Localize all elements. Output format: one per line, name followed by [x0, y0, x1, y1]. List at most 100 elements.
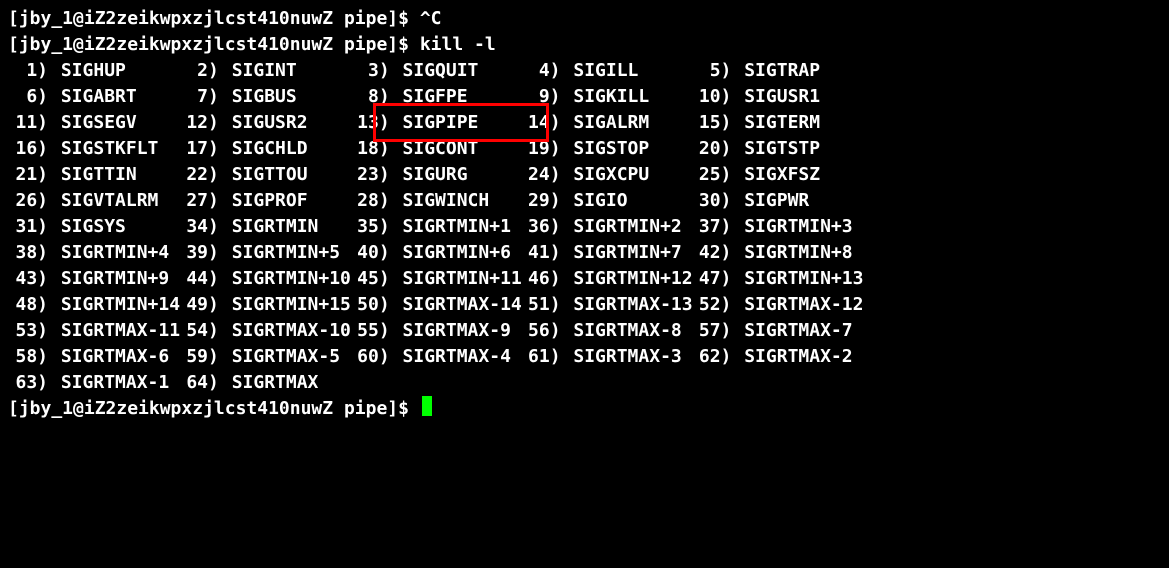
signal-number: 24) — [521, 162, 561, 188]
signal-name: SIGILL — [571, 58, 691, 84]
signal-name: SIGIO — [571, 188, 691, 214]
signal-number: 49) — [179, 292, 219, 318]
signal-name: SIGFPE — [401, 84, 521, 110]
signal-number: 54) — [179, 318, 219, 344]
signal-name: SIGXFSZ — [742, 162, 862, 188]
signal-name: SIGRTMAX-9 — [401, 318, 521, 344]
signal-name: SIGURG — [401, 162, 521, 188]
signal-number: 46) — [521, 266, 561, 292]
signal-name: SIGRTMIN+6 — [401, 240, 521, 266]
signal-row: 11) SIGSEGV12) SIGUSR213) SIGPIPE14) SIG… — [8, 110, 1161, 136]
signal-number: 11) — [8, 110, 48, 136]
signal-name: SIGRTMAX-12 — [742, 292, 862, 318]
signal-name: SIGRTMAX-3 — [571, 344, 691, 370]
signal-name: SIGRTMAX — [230, 370, 350, 396]
signal-number: 1) — [8, 58, 48, 84]
signal-name: SIGRTMAX-10 — [230, 318, 350, 344]
signal-name: SIGRTMAX-6 — [59, 344, 179, 370]
signal-number: 19) — [521, 136, 561, 162]
signal-name: SIGVTALRM — [59, 188, 179, 214]
signal-number: 15) — [691, 110, 731, 136]
signal-number: 13) — [350, 110, 390, 136]
signal-number: 27) — [179, 188, 219, 214]
signal-name: SIGRTMAX-11 — [59, 318, 179, 344]
prompt-line[interactable]: [jby_1@iZ2zeikwpxzjlcst410nuwZ pipe]$ ki… — [8, 32, 1161, 58]
command-text: ^C — [420, 8, 442, 29]
signal-name: SIGTTOU — [230, 162, 350, 188]
signal-number: 42) — [691, 240, 731, 266]
signal-number: 30) — [691, 188, 731, 214]
signal-row: 26) SIGVTALRM27) SIGPROF28) SIGWINCH29) … — [8, 188, 1161, 214]
signal-name: SIGRTMIN+5 — [230, 240, 350, 266]
signal-number: 5) — [691, 58, 731, 84]
signal-row: 6) SIGABRT7) SIGBUS8) SIGFPE9) SIGKILL10… — [8, 84, 1161, 110]
signal-row: 43) SIGRTMIN+944) SIGRTMIN+1045) SIGRTMI… — [8, 266, 1161, 292]
signal-name: SIGSTKFLT — [59, 136, 179, 162]
signal-number: 58) — [8, 344, 48, 370]
signal-row: 31) SIGSYS34) SIGRTMIN35) SIGRTMIN+136) … — [8, 214, 1161, 240]
signal-number: 37) — [691, 214, 731, 240]
signal-name: SIGHUP — [59, 58, 179, 84]
signal-number: 17) — [179, 136, 219, 162]
signal-number: 9) — [521, 84, 561, 110]
signal-name: SIGRTMIN+7 — [571, 240, 691, 266]
signal-number: 18) — [350, 136, 390, 162]
signal-name: SIGTSTP — [742, 136, 862, 162]
signal-row: 38) SIGRTMIN+439) SIGRTMIN+540) SIGRTMIN… — [8, 240, 1161, 266]
signal-name: SIGWINCH — [401, 188, 521, 214]
signal-number: 63) — [8, 370, 48, 396]
signal-number: 61) — [521, 344, 561, 370]
signal-number: 2) — [179, 58, 219, 84]
signal-name: SIGPIPE — [401, 110, 521, 136]
signal-name: SIGSYS — [59, 214, 179, 240]
signal-number: 51) — [521, 292, 561, 318]
signal-number: 28) — [350, 188, 390, 214]
signal-number: 26) — [8, 188, 48, 214]
signal-name: SIGRTMIN+1 — [401, 214, 521, 240]
prompt-line[interactable]: [jby_1@iZ2zeikwpxzjlcst410nuwZ pipe]$ — [8, 396, 1161, 422]
signal-number: 35) — [350, 214, 390, 240]
signal-number: 29) — [521, 188, 561, 214]
signal-name: SIGRTMIN+2 — [571, 214, 691, 240]
command-text: kill -l — [420, 34, 496, 55]
signal-name: SIGKILL — [571, 84, 691, 110]
signal-number: 62) — [691, 344, 731, 370]
signal-number: 4) — [521, 58, 561, 84]
cursor — [422, 396, 432, 416]
signal-name: SIGRTMAX-13 — [571, 292, 691, 318]
signal-name: SIGRTMIN+13 — [742, 266, 862, 292]
signal-number: 60) — [350, 344, 390, 370]
signal-number: 21) — [8, 162, 48, 188]
signal-number: 57) — [691, 318, 731, 344]
shell-prompt: [jby_1@iZ2zeikwpxzjlcst410nuwZ pipe]$ — [8, 34, 420, 55]
signal-name: SIGABRT — [59, 84, 179, 110]
signal-number: 7) — [179, 84, 219, 110]
signal-name: SIGRTMIN+11 — [401, 266, 521, 292]
signal-number: 23) — [350, 162, 390, 188]
signal-number: 48) — [8, 292, 48, 318]
signal-name: SIGRTMIN+9 — [59, 266, 179, 292]
terminal[interactable]: [jby_1@iZ2zeikwpxzjlcst410nuwZ pipe]$ ^C… — [0, 0, 1169, 428]
signal-number: 52) — [691, 292, 731, 318]
signal-number: 43) — [8, 266, 48, 292]
prompt-line[interactable]: [jby_1@iZ2zeikwpxzjlcst410nuwZ pipe]$ ^C — [8, 6, 1161, 32]
signal-name: SIGSTOP — [571, 136, 691, 162]
signal-name: SIGPWR — [742, 188, 862, 214]
signal-number: 39) — [179, 240, 219, 266]
signal-number: 25) — [691, 162, 731, 188]
signal-row: 63) SIGRTMAX-164) SIGRTMAX — [8, 370, 1161, 396]
signal-row: 53) SIGRTMAX-1154) SIGRTMAX-1055) SIGRTM… — [8, 318, 1161, 344]
shell-prompt: [jby_1@iZ2zeikwpxzjlcst410nuwZ pipe]$ — [8, 398, 420, 419]
signal-name: SIGXCPU — [571, 162, 691, 188]
signal-name: SIGCONT — [401, 136, 521, 162]
signal-name: SIGRTMIN+15 — [230, 292, 350, 318]
signal-name: SIGRTMIN+4 — [59, 240, 179, 266]
signal-name: SIGCHLD — [230, 136, 350, 162]
signal-number: 55) — [350, 318, 390, 344]
signal-number: 45) — [350, 266, 390, 292]
signal-name: SIGTERM — [742, 110, 862, 136]
signal-number: 34) — [179, 214, 219, 240]
signal-name: SIGRTMAX-4 — [401, 344, 521, 370]
signal-name: SIGRTMIN — [230, 214, 350, 240]
signal-name: SIGALRM — [571, 110, 691, 136]
